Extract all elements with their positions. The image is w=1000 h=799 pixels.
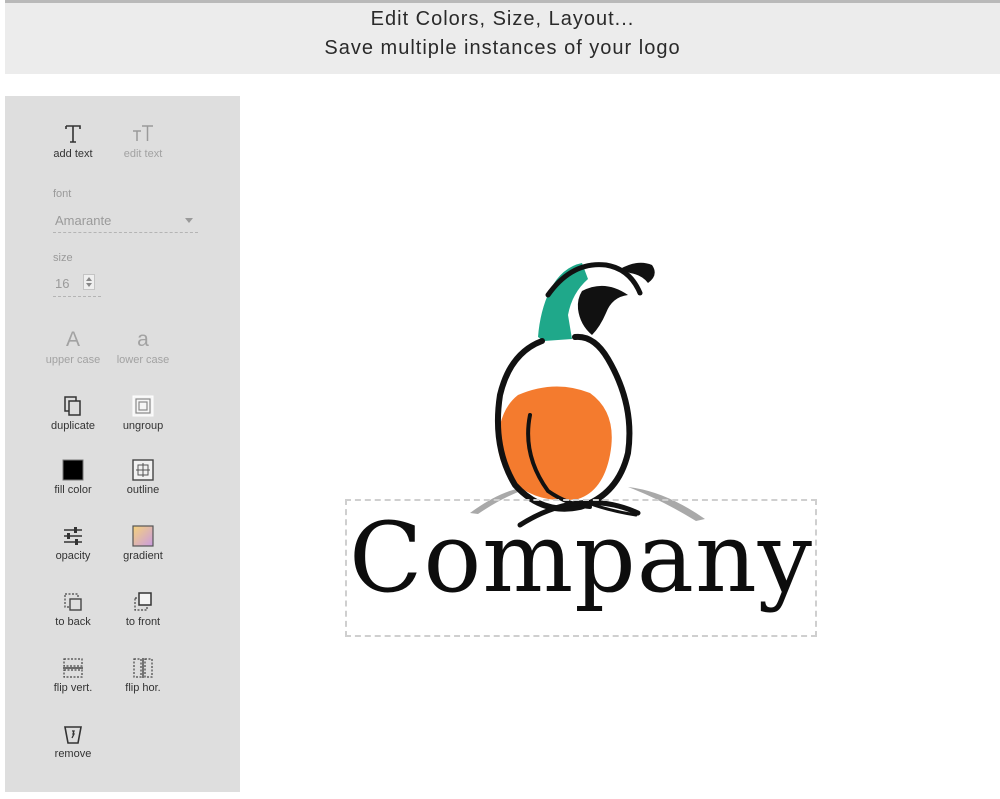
- text-size-icon: [133, 125, 153, 141]
- lower-case-button[interactable]: a lower case: [103, 328, 183, 366]
- to-front-button[interactable]: to front: [103, 590, 183, 628]
- font-label: font: [53, 188, 72, 200]
- fill-color-button[interactable]: fill color: [33, 458, 113, 496]
- to-front-label: to front: [125, 616, 161, 628]
- header-banner: Edit Colors, Size, Layout... Save multip…: [5, 0, 1000, 74]
- upper-case-label: upper case: [45, 354, 101, 366]
- size-value: 16: [55, 276, 70, 291]
- sliders-icon: [64, 527, 82, 545]
- quail-logo-icon[interactable]: [460, 255, 710, 530]
- flip-hor-label: flip hor.: [125, 682, 161, 694]
- bring-front-icon: [134, 592, 152, 611]
- lower-case-icon: a: [137, 328, 149, 351]
- duplicate-button[interactable]: duplicate: [33, 394, 113, 432]
- face-mask-shape: [577, 285, 628, 335]
- fill-color-swatch-icon: [62, 459, 84, 481]
- fill-color-label: fill color: [54, 484, 92, 496]
- remove-label: remove: [54, 748, 92, 760]
- add-text-button[interactable]: add text: [33, 122, 113, 160]
- size-label: size: [53, 252, 73, 264]
- flip-vert-button[interactable]: flip vert.: [33, 656, 113, 694]
- gradient-button[interactable]: gradient: [103, 524, 183, 562]
- outline-label: outline: [126, 484, 160, 496]
- send-back-icon: [64, 593, 82, 611]
- upper-case-button[interactable]: A upper case: [33, 328, 113, 366]
- duplicate-label: duplicate: [50, 420, 96, 432]
- ungroup-label: ungroup: [122, 420, 164, 432]
- gradient-swatch-icon: [132, 525, 154, 547]
- copy-icon: [64, 396, 81, 416]
- flip-vertical-icon: [63, 658, 83, 678]
- to-back-button[interactable]: to back: [33, 590, 113, 628]
- opacity-label: opacity: [55, 550, 91, 562]
- gradient-label: gradient: [123, 550, 163, 562]
- logo-text[interactable]: Company: [345, 503, 817, 613]
- to-back-label: to back: [55, 616, 91, 628]
- flip-hor-button[interactable]: flip hor.: [103, 656, 183, 694]
- font-select-value: Amarante: [55, 213, 112, 228]
- trash-icon: [64, 726, 82, 744]
- ungroup-icon: [132, 395, 154, 417]
- lower-case-label: lower case: [116, 354, 170, 366]
- edit-text-label: edit text: [123, 148, 163, 160]
- flip-horizontal-icon: [133, 658, 153, 678]
- opacity-button[interactable]: opacity: [33, 524, 113, 562]
- outline-button[interactable]: outline: [103, 458, 183, 496]
- flip-vert-label: flip vert.: [53, 682, 93, 694]
- outline-icon: [132, 459, 154, 481]
- upper-case-icon: A: [65, 328, 80, 351]
- tool-sidebar: add text edit text font Amarante size 16…: [5, 96, 240, 792]
- chevron-down-icon: [185, 218, 193, 223]
- add-text-label: add text: [53, 148, 93, 160]
- banner-line-2: Save multiple instances of your logo: [324, 37, 681, 59]
- remove-button[interactable]: remove: [33, 722, 113, 760]
- edit-text-button[interactable]: edit text: [103, 122, 183, 160]
- size-stepper[interactable]: 16: [53, 272, 101, 297]
- font-select[interactable]: Amarante: [53, 210, 198, 233]
- ungroup-button[interactable]: ungroup: [103, 394, 183, 432]
- banner-line-1: Edit Colors, Size, Layout...: [370, 8, 635, 30]
- text-icon: [65, 125, 81, 143]
- spinner-icon[interactable]: [83, 274, 95, 290]
